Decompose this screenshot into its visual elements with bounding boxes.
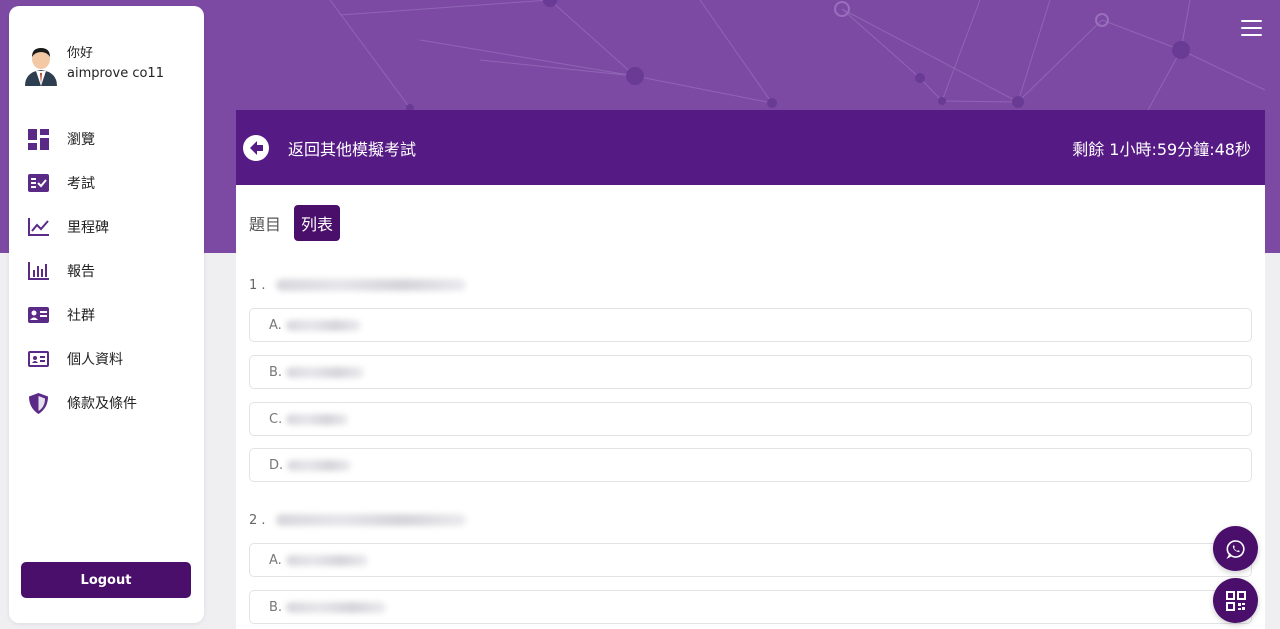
id-card-icon xyxy=(26,347,50,371)
user-name: aimprove co11 xyxy=(67,66,164,81)
tab-question[interactable]: 題目 xyxy=(249,205,288,241)
option-letter: A. xyxy=(269,552,282,568)
question-number: 1 . xyxy=(249,277,266,293)
sidebar-item-label: 考試 xyxy=(67,176,95,192)
sidebar-item-label: 報告 xyxy=(67,264,95,280)
question-1: 1 . A. B. C. D. xyxy=(249,275,1252,482)
countdown-timer: 剩餘 1小時:59分鐘:48秒 xyxy=(1072,139,1251,159)
question-2: 2 . A. B. xyxy=(249,510,1252,624)
sidebar-item-report[interactable]: 報告 xyxy=(26,249,196,293)
qr-code-button[interactable] xyxy=(1213,578,1258,623)
exam-header: 返回其他模擬考試 剩餘 1小時:59分鐘:48秒 xyxy=(236,110,1265,185)
option-letter: A. xyxy=(269,317,282,333)
option-letter: C. xyxy=(269,411,283,427)
qr-code-icon xyxy=(1225,590,1246,611)
sidebar-item-terms[interactable]: 條款及條件 xyxy=(26,381,196,425)
shield-icon xyxy=(26,391,50,415)
greeting-text: 你好 xyxy=(67,46,94,61)
option-d[interactable]: D. xyxy=(249,448,1252,482)
whatsapp-button[interactable] xyxy=(1213,526,1258,571)
blurred-question-text xyxy=(275,279,466,291)
question-number: 2 . xyxy=(249,512,266,528)
sidebar-item-label: 個人資料 xyxy=(67,352,123,368)
sidebar-item-label: 里程碑 xyxy=(67,220,109,236)
community-icon xyxy=(26,303,50,327)
question-title: 2 . xyxy=(249,510,1252,530)
logout-button[interactable]: Logout xyxy=(21,562,191,598)
sidebar-nav: 瀏覽 考試 里程碑 報告 社群 個人資料 條款及條件 xyxy=(26,117,196,425)
blurred-option-text xyxy=(286,601,387,613)
blurred-question-text xyxy=(275,514,466,526)
blurred-option-text xyxy=(286,366,365,378)
sidebar-item-label: 條款及條件 xyxy=(67,396,137,412)
option-letter: B. xyxy=(269,599,283,615)
option-b[interactable]: B. xyxy=(249,590,1252,624)
sidebar: 你好 aimprove co11 瀏覽 考試 里程碑 報告 社群 個人資料 條款… xyxy=(9,6,204,623)
sidebar-item-exam[interactable]: 考試 xyxy=(26,161,196,205)
option-letter: B. xyxy=(269,364,283,380)
sidebar-item-label: 社群 xyxy=(67,308,95,324)
blurred-option-text xyxy=(285,319,361,331)
blurred-option-text xyxy=(286,413,349,425)
question-card: 題目 列表 1 . A. B. C. D. 2 . A. B. xyxy=(236,185,1265,629)
avatar-icon xyxy=(25,48,57,86)
dashboard-icon xyxy=(26,127,50,151)
tab-list[interactable]: 列表 xyxy=(294,205,341,241)
menu-toggle-icon[interactable] xyxy=(1241,20,1262,37)
back-arrow-icon xyxy=(243,134,269,161)
option-letter: D. xyxy=(269,457,284,473)
question-title: 1 . xyxy=(249,275,1252,295)
sidebar-item-milestone[interactable]: 里程碑 xyxy=(26,205,196,249)
blurred-option-text xyxy=(285,554,368,566)
user-profile: 你好 aimprove co11 xyxy=(23,42,164,86)
option-a[interactable]: A. xyxy=(249,543,1252,577)
sidebar-item-label: 瀏覽 xyxy=(67,132,95,148)
back-label: 返回其他模擬考試 xyxy=(288,139,417,159)
bar-chart-icon xyxy=(26,259,50,283)
sidebar-item-community[interactable]: 社群 xyxy=(26,293,196,337)
whatsapp-icon xyxy=(1225,539,1245,559)
chart-line-icon xyxy=(26,215,50,239)
view-tabs: 題目 列表 xyxy=(249,205,341,241)
back-to-exams-link[interactable]: 返回其他模擬考試 xyxy=(242,134,416,162)
blurred-option-text xyxy=(287,459,352,471)
sidebar-item-browse[interactable]: 瀏覽 xyxy=(26,117,196,161)
sidebar-item-profile[interactable]: 個人資料 xyxy=(26,337,196,381)
avatar xyxy=(23,42,59,86)
option-a[interactable]: A. xyxy=(249,308,1252,342)
option-c[interactable]: C. xyxy=(249,402,1252,436)
exam-icon xyxy=(26,171,50,195)
option-b[interactable]: B. xyxy=(249,355,1252,389)
